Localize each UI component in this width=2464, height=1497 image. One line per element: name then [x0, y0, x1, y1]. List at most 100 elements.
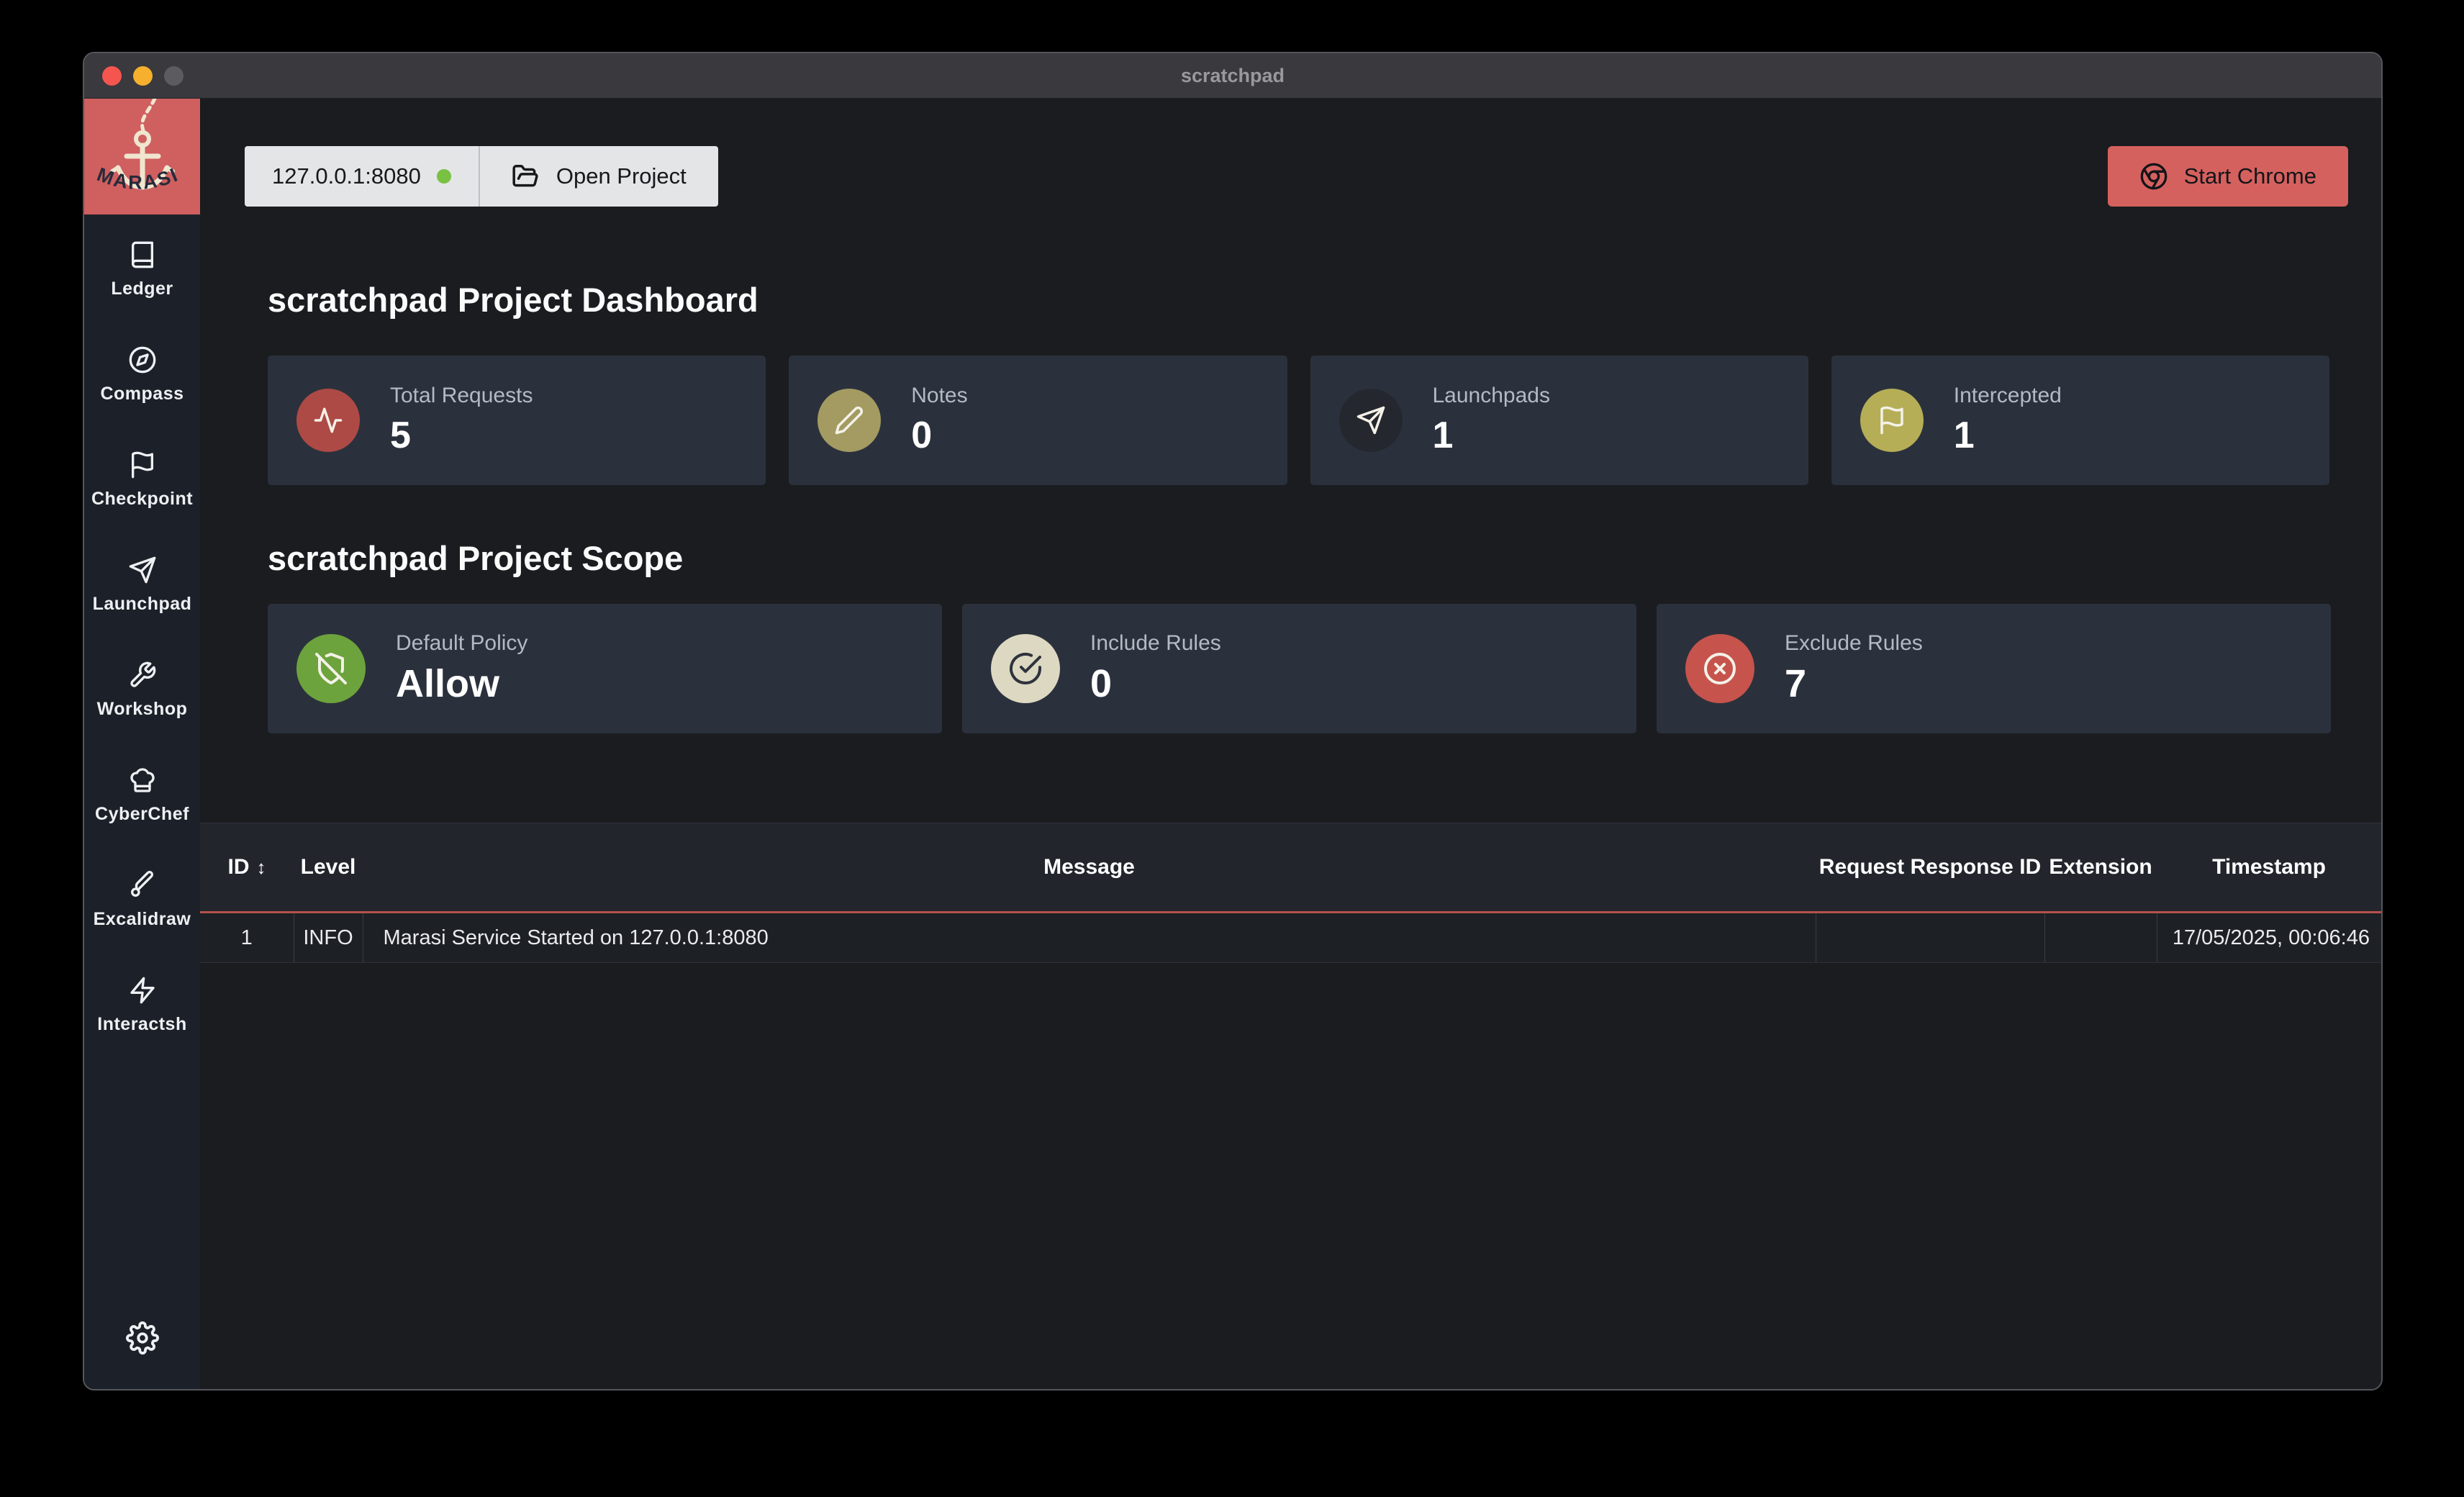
column-header-extension[interactable]: Extension [2044, 823, 2157, 913]
stat-label: Notes [911, 384, 967, 408]
open-project-button[interactable]: Open Project [480, 146, 718, 207]
chrome-icon [2139, 162, 2168, 191]
column-header-message[interactable]: Message [363, 823, 1816, 913]
scope-card-default-policy: Default Policy Allow [268, 604, 942, 733]
send-icon [1356, 405, 1386, 435]
log-table: ID↕ Level Message Request Response ID Ex… [200, 823, 2381, 963]
stat-label: Intercepted [1954, 384, 2062, 408]
proxy-status-dot [437, 169, 451, 184]
sidebar-nav: Ledger Compass Checkpoint Launchpad Work… [84, 214, 200, 1035]
log-cell-id: 1 [200, 913, 294, 963]
scope-card-include-rules: Include Rules 0 [962, 604, 1636, 733]
proxy-control: 127.0.0.1:8080 Open Project [245, 146, 718, 207]
toolbar: 127.0.0.1:8080 Open Project Start Chrome [245, 146, 2348, 207]
sidebar-item-checkpoint[interactable]: Checkpoint [84, 451, 200, 510]
open-project-label: Open Project [556, 163, 687, 189]
sidebar-item-label: Interactsh [97, 1014, 186, 1035]
shield-off-icon [314, 651, 348, 686]
app-window: scratchpad MARASI [83, 52, 2383, 1390]
marasi-logo: MARASI [84, 99, 200, 214]
sidebar-item-interactsh[interactable]: Interactsh [84, 976, 200, 1035]
start-chrome-label: Start Chrome [2184, 163, 2316, 189]
log-cell-level: INFO [294, 913, 363, 963]
scope-icon-circle [1685, 634, 1754, 703]
scope-cards-row: Default Policy Allow Include Rules 0 [268, 604, 2331, 733]
sidebar: MARASI Ledger Compass Checkpoint [84, 99, 200, 1389]
zap-icon [128, 976, 157, 1005]
column-header-level[interactable]: Level [294, 823, 363, 913]
stat-card-launchpads: Launchpads 1 [1310, 356, 1808, 485]
scope-value: 7 [1785, 661, 1923, 706]
pencil-icon [834, 405, 864, 435]
stat-icon-circle [296, 389, 360, 452]
main-content: 127.0.0.1:8080 Open Project Start Chrome… [200, 99, 2381, 1389]
sidebar-item-excalidraw[interactable]: Excalidraw [84, 871, 200, 930]
stat-icon-circle [817, 389, 881, 452]
log-cell-extension [2044, 913, 2157, 963]
scope-icon-circle [991, 634, 1060, 703]
column-header-timestamp[interactable]: Timestamp [2157, 823, 2381, 913]
scope-value: 0 [1090, 661, 1221, 706]
sidebar-item-label: CyberChef [95, 804, 189, 825]
proxy-address-button[interactable]: 127.0.0.1:8080 [245, 146, 479, 207]
folder-open-icon [512, 163, 539, 190]
activity-icon [313, 405, 343, 435]
sidebar-item-label: Checkpoint [91, 489, 193, 510]
svg-text:MARASI: MARASI [94, 163, 182, 194]
stat-value: 1 [1433, 414, 1550, 457]
flag-icon [128, 451, 157, 479]
proxy-address: 127.0.0.1:8080 [272, 163, 421, 189]
stat-icon-circle [1860, 389, 1924, 452]
stat-value: 1 [1954, 414, 2062, 457]
scope-heading: scratchpad Project Scope [268, 538, 2381, 578]
sidebar-item-label: Compass [100, 384, 184, 404]
scope-label: Include Rules [1090, 631, 1221, 656]
zoom-window-button[interactable] [164, 66, 184, 86]
close-window-button[interactable] [102, 66, 122, 86]
stat-value: 5 [390, 414, 533, 457]
traffic-lights [102, 53, 184, 98]
window-title: scratchpad [1181, 65, 1285, 87]
minimize-window-button[interactable] [133, 66, 153, 86]
scope-card-exclude-rules: Exclude Rules 7 [1657, 604, 2331, 733]
sort-icon: ↕ [257, 856, 266, 878]
chef-hat-icon [128, 766, 157, 795]
sidebar-item-launchpad[interactable]: Launchpad [84, 556, 200, 615]
paintbrush-icon [128, 871, 157, 900]
scope-value: Allow [396, 661, 527, 706]
sidebar-item-label: Workshop [97, 699, 188, 720]
sidebar-item-workshop[interactable]: Workshop [84, 661, 200, 720]
sidebar-item-label: Launchpad [93, 594, 192, 615]
send-icon [128, 556, 157, 584]
sidebar-item-cyberchef[interactable]: CyberChef [84, 766, 200, 825]
scope-label: Default Policy [396, 631, 527, 656]
sidebar-item-ledger[interactable]: Ledger [84, 240, 200, 299]
log-table-header-row: ID↕ Level Message Request Response ID Ex… [200, 823, 2381, 913]
title-bar: scratchpad [84, 53, 2381, 99]
gear-icon [126, 1321, 159, 1354]
stat-card-total-requests: Total Requests 5 [268, 356, 766, 485]
sidebar-item-label: Ledger [111, 279, 173, 299]
stat-card-notes: Notes 0 [789, 356, 1287, 485]
x-circle-icon [1703, 651, 1737, 686]
log-cell-request-response-id [1816, 913, 2044, 963]
stat-card-intercepted: Intercepted 1 [1831, 356, 2329, 485]
stat-value: 0 [911, 414, 967, 457]
dashboard-heading: scratchpad Project Dashboard [268, 280, 2381, 320]
scope-icon-circle [296, 634, 366, 703]
check-circle-icon [1008, 651, 1043, 686]
start-chrome-button[interactable]: Start Chrome [2108, 146, 2348, 207]
compass-icon [128, 345, 157, 374]
wrench-icon [128, 661, 157, 689]
sidebar-item-compass[interactable]: Compass [84, 345, 200, 404]
anchor-logo-icon: MARASI [84, 99, 200, 214]
sidebar-item-label: Excalidraw [94, 909, 191, 930]
settings-button[interactable] [126, 1321, 159, 1354]
log-cell-timestamp: 17/05/2025, 00:06:46 [2157, 913, 2381, 963]
stat-label: Total Requests [390, 384, 533, 408]
log-table-row[interactable]: 1 INFO Marasi Service Started on 127.0.0… [200, 913, 2381, 963]
stat-label: Launchpads [1433, 384, 1550, 408]
column-header-request-response-id[interactable]: Request Response ID [1816, 823, 2044, 913]
column-header-id[interactable]: ID↕ [200, 823, 294, 913]
flag-icon [1877, 405, 1907, 435]
